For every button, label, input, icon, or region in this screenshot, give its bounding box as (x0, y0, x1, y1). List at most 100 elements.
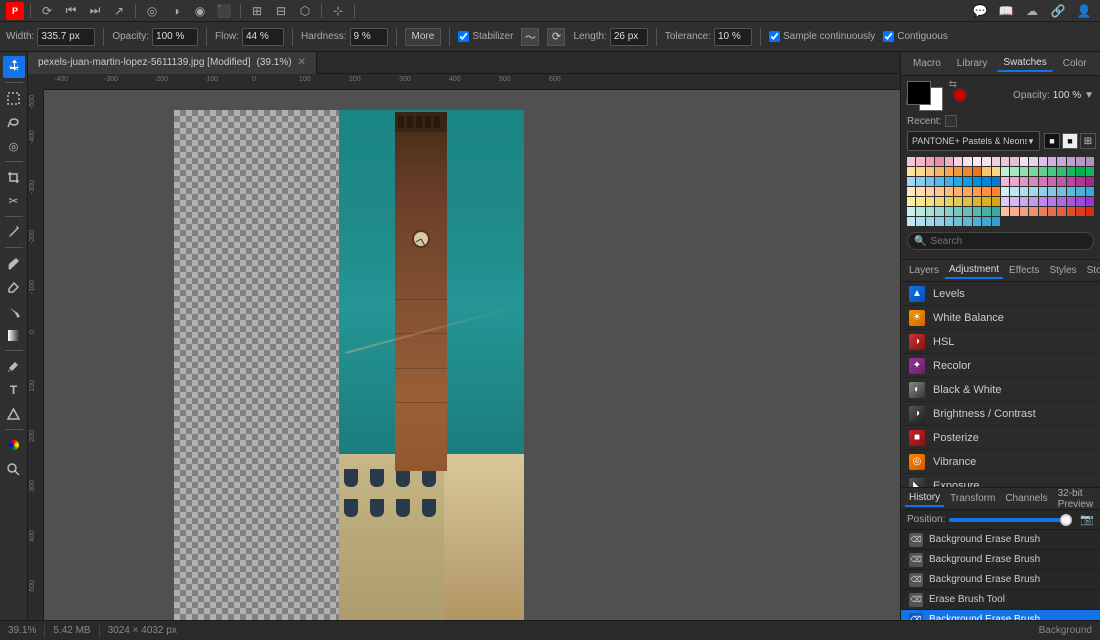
color-cell[interactable] (1057, 207, 1065, 216)
color-cell[interactable] (982, 177, 990, 186)
color-cell[interactable] (1029, 177, 1037, 186)
tool-gradient[interactable] (3, 324, 25, 346)
color-cell[interactable] (945, 217, 953, 226)
color-cell[interactable] (973, 177, 981, 186)
color-cell[interactable] (907, 157, 915, 166)
hist-tab-history[interactable]: History (905, 490, 944, 507)
color-cell[interactable] (1076, 207, 1084, 216)
color-cell[interactable] (1067, 187, 1075, 196)
color-cell[interactable] (935, 157, 943, 166)
color-cell[interactable] (954, 177, 962, 186)
rewind-btn[interactable]: ⏮ (61, 1, 81, 21)
color-cell[interactable] (954, 187, 962, 196)
color-cell[interactable] (954, 217, 962, 226)
tab-color[interactable]: Color (1057, 56, 1093, 71)
tab-brushes[interactable]: Brushes (1097, 56, 1100, 71)
color-cell[interactable] (992, 167, 1000, 176)
color-cell[interactable] (1086, 207, 1094, 216)
hardness-input[interactable] (350, 28, 388, 46)
color-cell[interactable] (1067, 167, 1075, 176)
sync-icon[interactable]: ⟳ (547, 28, 565, 46)
color-cell[interactable] (954, 157, 962, 166)
adjustment-item[interactable]: ▲Levels (901, 282, 1100, 306)
tool-shape[interactable] (3, 403, 25, 425)
length-input[interactable] (610, 28, 648, 46)
hist-tab-channels[interactable]: Channels (1001, 491, 1051, 506)
color-cell[interactable] (945, 157, 953, 166)
color-cell[interactable] (1048, 197, 1056, 206)
history-item[interactable]: ⌫Background Erase Brush (901, 550, 1100, 570)
color-cell[interactable] (973, 157, 981, 166)
color-cell[interactable] (1001, 197, 1009, 206)
canvas-close-btn[interactable]: ✕ (298, 57, 306, 68)
color-cell[interactable] (1086, 197, 1094, 206)
color-cell[interactable] (963, 217, 971, 226)
tool-slice[interactable]: ✂ (3, 190, 25, 212)
canvas-tab-item[interactable]: pexels-juan-martin-lopez-5611139.jpg [Mo… (28, 52, 317, 74)
tool-text[interactable]: T (3, 379, 25, 401)
color-cell[interactable] (954, 167, 962, 176)
color-cell[interactable] (1048, 167, 1056, 176)
color-cell[interactable] (907, 207, 915, 216)
tool-pen[interactable] (3, 355, 25, 377)
tool-quick-select[interactable]: ◎ (3, 135, 25, 157)
opacity-input[interactable] (152, 28, 198, 46)
color-cell[interactable] (1001, 167, 1009, 176)
color-cell[interactable] (926, 187, 934, 196)
color-cell[interactable] (1067, 207, 1075, 216)
tool-crop[interactable] (3, 166, 25, 188)
color-cell[interactable] (1029, 157, 1037, 166)
color-cell[interactable] (1020, 187, 1028, 196)
color-cell[interactable] (907, 197, 915, 206)
color-cell[interactable] (982, 217, 990, 226)
color-cell[interactable] (982, 187, 990, 196)
color-cell[interactable] (1057, 187, 1065, 196)
flow-input[interactable] (242, 28, 284, 46)
color-swap-btn[interactable]: ⇆ (949, 79, 957, 90)
tab-library[interactable]: Library (951, 56, 994, 71)
color-cell[interactable] (1010, 207, 1018, 216)
color-cell[interactable] (1020, 207, 1028, 216)
curve-icon[interactable]: 〜 (521, 28, 539, 46)
color-cell[interactable] (907, 187, 915, 196)
tolerance-input[interactable] (714, 28, 752, 46)
color-cell[interactable] (1057, 157, 1065, 166)
color-cell[interactable] (963, 187, 971, 196)
color-cell[interactable] (973, 197, 981, 206)
color-cell[interactable] (926, 177, 934, 186)
color-cell[interactable] (1086, 167, 1094, 176)
app-logo[interactable]: P (6, 2, 24, 20)
color-cell[interactable] (1039, 187, 1047, 196)
adj-tab-effects[interactable]: Effects (1005, 263, 1043, 278)
color-cell[interactable] (1076, 157, 1084, 166)
color-mode-dark[interactable]: ■ (1044, 133, 1060, 149)
color-cell[interactable] (945, 177, 953, 186)
color-cell[interactable] (935, 187, 943, 196)
tool-marquee[interactable] (3, 87, 25, 109)
color-cell[interactable] (1029, 197, 1037, 206)
history-item[interactable]: ⌫Background Erase Brush (901, 610, 1100, 620)
history-item[interactable]: ⌫Background Erase Brush (901, 530, 1100, 550)
color-cell[interactable] (1086, 177, 1094, 186)
search-input[interactable] (930, 236, 1087, 247)
color-cell[interactable] (1086, 187, 1094, 196)
grid-btn2[interactable]: ⊟ (271, 1, 291, 21)
opacity-chevron[interactable]: ▼ (1084, 90, 1094, 101)
color-cell[interactable] (945, 197, 953, 206)
stabilizer-checkbox[interactable] (458, 31, 469, 42)
color-cell[interactable] (973, 217, 981, 226)
color-cell[interactable] (916, 167, 924, 176)
color-cell[interactable] (973, 187, 981, 196)
width-input[interactable] (37, 28, 95, 46)
adjustment-item[interactable]: ◎Vibrance (901, 450, 1100, 474)
color-cell[interactable] (992, 207, 1000, 216)
color-cell[interactable] (1001, 187, 1009, 196)
history-snapshot-btn[interactable]: 📷 (1080, 513, 1094, 526)
color-cell[interactable] (945, 187, 953, 196)
color-mode-expand[interactable]: ⊞ (1080, 133, 1096, 149)
color-cell[interactable] (1020, 177, 1028, 186)
color-cell[interactable] (1076, 167, 1084, 176)
color-cell[interactable] (1001, 177, 1009, 186)
tool-color[interactable] (3, 434, 25, 456)
color-cell[interactable] (1076, 197, 1084, 206)
